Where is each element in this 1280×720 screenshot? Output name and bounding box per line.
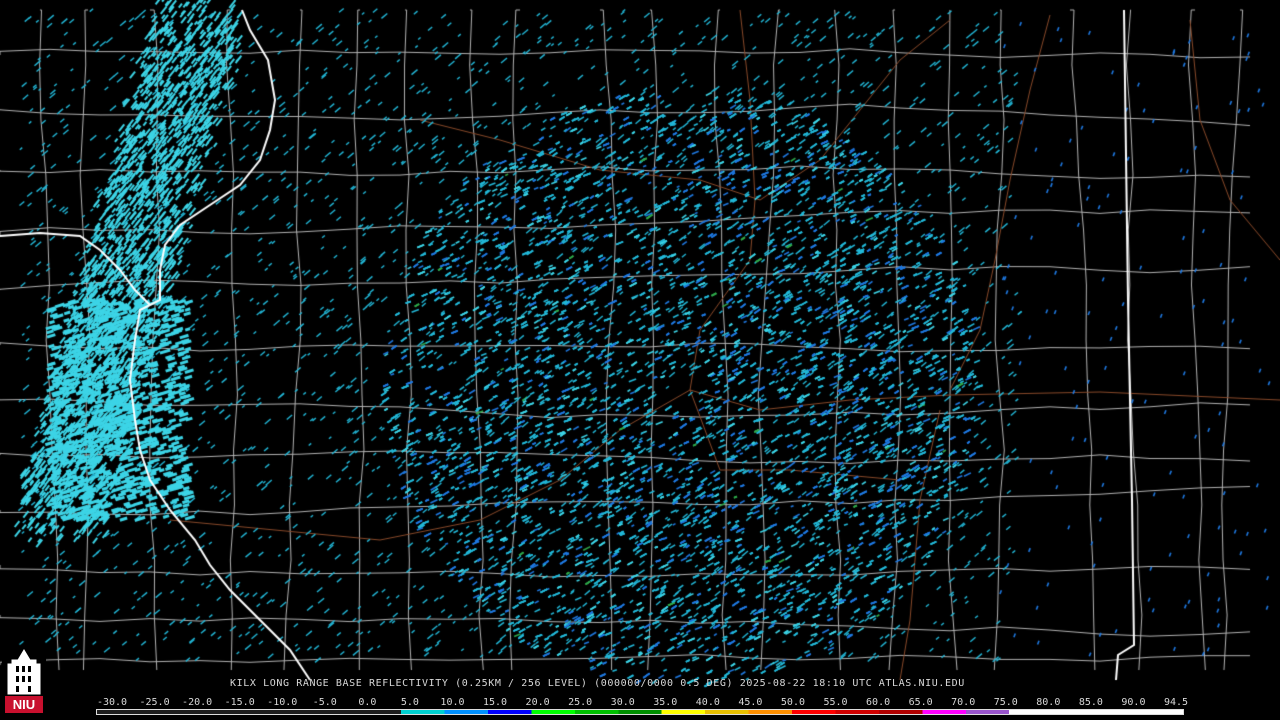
niu-logo-icon: NIU — [2, 646, 46, 716]
scale-tick-label: -5.0 — [312, 697, 337, 708]
scale-tick-label: 90.0 — [1121, 697, 1146, 708]
scale-tick-label: 94.5 — [1163, 697, 1189, 708]
scale-tick-label: 85.0 — [1078, 697, 1103, 708]
scale-tick-label: -25.0 — [139, 697, 170, 708]
scale-tick-label: 80.0 — [1036, 697, 1061, 708]
scale-tick-label: 60.0 — [866, 697, 891, 708]
scale-tick-label: 50.0 — [780, 697, 805, 708]
scale-tick-label: 5.0 — [400, 697, 419, 708]
scale-tick-label: 70.0 — [951, 697, 976, 708]
scale-tick-label: 15.0 — [482, 697, 508, 708]
scale-tick-label: 25.0 — [568, 697, 593, 708]
scale-tick-label: 30.0 — [610, 697, 635, 708]
reflectivity-colorbar — [96, 709, 1184, 715]
scale-tick-label: 75.0 — [993, 697, 1018, 708]
scale-tick-label: 40.0 — [695, 697, 720, 708]
scale-tick-label: -20.0 — [182, 697, 213, 708]
product-caption: KILX LONG RANGE BASE REFLECTIVITY (0.25K… — [230, 678, 965, 689]
scale-tick-label: 55.0 — [823, 697, 848, 708]
scale-tick-label: 20.0 — [525, 697, 550, 708]
radar-map[interactable] — [0, 0, 1280, 720]
scale-tick-label: -30.0 — [96, 697, 128, 708]
logo-text: NIU — [13, 697, 35, 712]
scale-tick-label: 0.0 — [358, 697, 377, 708]
scale-tick-label: -10.0 — [267, 697, 298, 708]
scale-tick-label: -15.0 — [224, 697, 255, 708]
scale-tick-label: 65.0 — [908, 697, 933, 708]
scale-tick-label: 35.0 — [653, 697, 678, 708]
scale-labels: -30.0 -25.0 -20.0 -15.0 -10.0 -5.0 0.0 5.0 10.0 1… — [0, 697, 1280, 709]
scale-tick-label: 10.0 — [440, 697, 465, 708]
scale-tick-label: 45.0 — [738, 697, 763, 708]
